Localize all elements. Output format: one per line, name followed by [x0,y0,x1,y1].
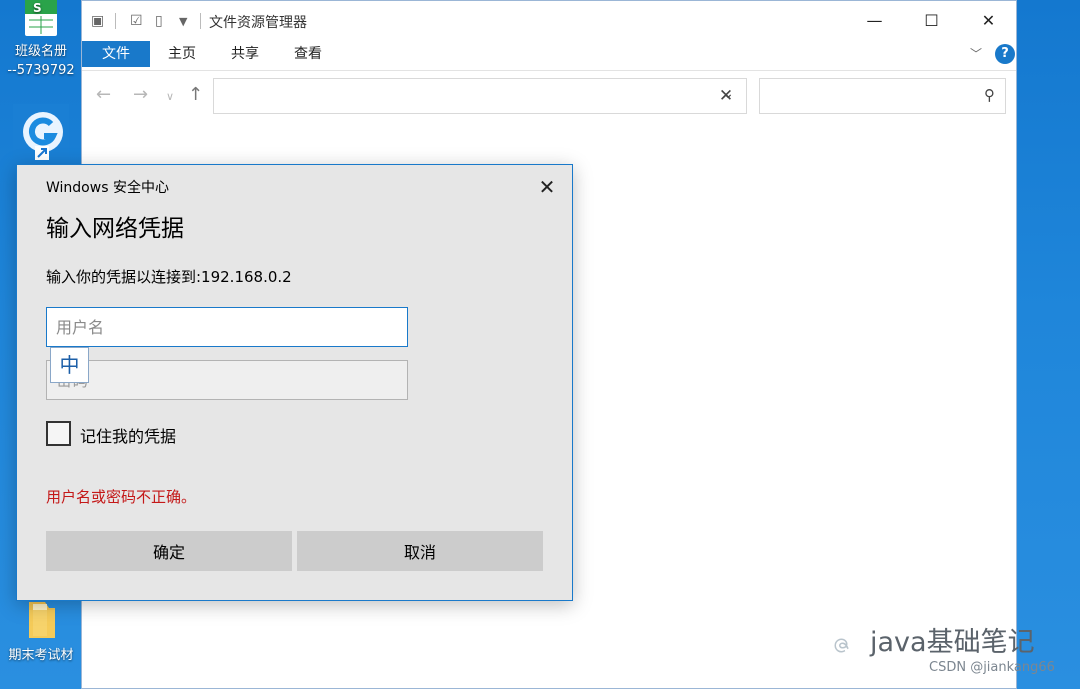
back-arrow-icon[interactable]: ← [96,84,111,105]
cancel-button[interactable]: 取消 [297,531,543,571]
remember-credentials-label[interactable]: 记住我的凭据 [80,423,176,447]
desktop-icon-class-roster[interactable]: S 班级名册 --5739792 [0,0,82,80]
dialog-subtext: 输入你的凭据以连接到:192.168.0.2 [46,268,292,286]
close-button[interactable]: ✕ [960,1,1017,41]
error-message: 用户名或密码不正确。 [46,488,197,506]
up-arrow-icon[interactable]: ↑ [188,84,203,105]
watermark-text: java基础笔记 [870,627,1035,658]
desktop-icon-label: 期末考试材 [8,648,74,663]
ime-mode-indicator: 中 [50,347,89,383]
customize-toolbar-chevron-icon[interactable]: ▼ [179,15,187,28]
tab-file[interactable]: 文件 [82,41,150,67]
desktop-icon-app-shortcut[interactable] [0,104,82,164]
tab-share[interactable]: 共享 [217,41,273,67]
ok-button[interactable]: 确定 [46,531,292,571]
desktop-icon-final-exam-folder[interactable]: 期末考试材 [0,598,82,665]
csdn-watermark: CSDN @jiankang66 [929,660,1055,675]
recent-locations-chevron-icon[interactable]: ∨ [166,90,174,103]
remember-credentials-checkbox[interactable] [46,421,71,446]
properties-icon[interactable]: ☑ [130,13,143,29]
address-bar[interactable]: ⌄ [213,78,747,114]
window-title: 文件资源管理器 [209,15,307,31]
title-bar: ▣ ☑ ▯ ▼ 文件资源管理器 — ☐ ✕ [82,1,1016,41]
clear-address-icon[interactable]: ✕ [706,78,747,114]
desktop-icon-label: 班级名册 [14,44,67,59]
tab-view[interactable]: 查看 [280,41,336,67]
expand-ribbon-chevron-icon[interactable]: ﹀ [970,45,982,62]
folder-icon [29,602,55,638]
search-box[interactable]: ⚲ [759,78,1006,114]
tab-home[interactable]: 主页 [154,41,210,67]
help-icon[interactable]: ? [995,44,1015,64]
svg-text:S: S [33,1,42,15]
new-folder-icon[interactable]: ▯ [155,13,163,29]
dialog-heading: 输入网络凭据 [46,216,184,242]
spreadsheet-icon: S [25,0,57,36]
search-icon: ⚲ [984,86,995,104]
divider [200,13,201,29]
minimize-button[interactable]: — [846,1,903,41]
divider [115,13,116,29]
dialog-caption: Windows 安全中心 [46,180,169,196]
forward-arrow-icon[interactable]: → [133,84,148,105]
desktop-icon-sublabel: --5739792 [7,63,75,78]
maximize-button[interactable]: ☐ [903,1,960,41]
app-shortcut-icon [13,104,69,160]
dialog-close-icon[interactable]: ✕ [533,173,561,201]
username-input[interactable] [46,307,408,347]
password-input[interactable] [46,360,408,400]
wechat-logo-icon: ဇ [833,625,851,660]
explorer-app-icon: ▣ [91,13,105,29]
ribbon-tabs: 文件 主页 共享 查看 ﹀ ? [82,41,1016,71]
network-credential-dialog: Windows 安全中心 ✕ 输入网络凭据 输入你的凭据以连接到:192.168… [16,164,573,601]
navigation-bar: ← → ∨ ↑ ⌄ ✕ ⚲ [82,72,1016,120]
